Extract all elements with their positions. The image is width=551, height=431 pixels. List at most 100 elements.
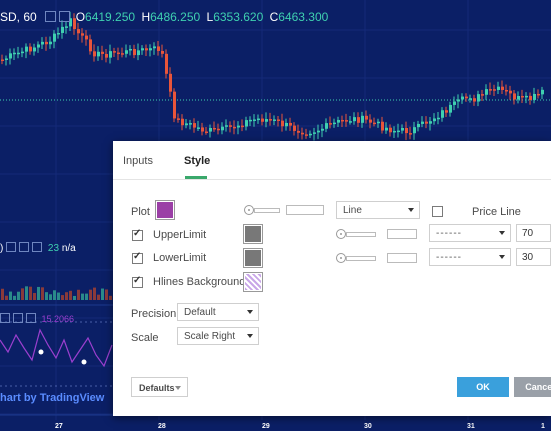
candle-body xyxy=(297,130,300,133)
close-icon[interactable] xyxy=(32,242,43,252)
candle-body xyxy=(65,26,68,28)
candle-body xyxy=(173,91,176,119)
candle-body xyxy=(189,123,192,125)
candle-body xyxy=(449,104,452,113)
low-value: 6353.620 xyxy=(213,10,264,24)
close-key: C xyxy=(269,10,279,24)
candle-body xyxy=(185,123,188,126)
indicator-legend: ) 23 n/a xyxy=(0,242,76,254)
candle-body xyxy=(349,121,352,123)
eye-icon[interactable] xyxy=(0,313,10,323)
candle-body xyxy=(225,125,228,127)
candle-body xyxy=(241,125,244,128)
precision-select[interactable]: Default xyxy=(177,303,259,321)
candle-body xyxy=(481,94,484,96)
candle-body xyxy=(209,127,212,132)
plot-color-swatch[interactable] xyxy=(155,200,175,220)
volume-bar xyxy=(85,293,88,300)
candle-body xyxy=(149,48,152,51)
dialog-tabs: Inputs Style xyxy=(113,141,551,180)
upper-limit-color-swatch[interactable] xyxy=(243,224,263,244)
candle-body xyxy=(157,46,160,51)
volume-bar xyxy=(17,291,20,300)
tab-style[interactable]: Style xyxy=(184,155,210,167)
upper-limit-width-slider[interactable] xyxy=(336,229,417,239)
gear-icon[interactable] xyxy=(19,242,30,252)
candle-body xyxy=(229,125,232,127)
slider-knob[interactable] xyxy=(336,229,346,239)
candle-body xyxy=(409,133,412,135)
candle-body xyxy=(289,122,292,126)
scale-value: Scale Right xyxy=(184,331,236,342)
price-line-label: Price Line xyxy=(472,206,521,218)
hlines-bg-checkbox[interactable] xyxy=(132,275,143,288)
slider-knob[interactable] xyxy=(244,205,254,215)
candle-body xyxy=(49,41,52,45)
price-line-checkbox[interactable] xyxy=(432,206,443,217)
volume-bar xyxy=(101,288,104,300)
candle-body xyxy=(181,118,184,126)
chevron-down-icon xyxy=(247,310,253,314)
x-axis-label: 28 xyxy=(158,423,166,430)
lower-limit-value-input[interactable]: 30 xyxy=(516,248,551,266)
defaults-button[interactable]: Defaults xyxy=(131,377,188,397)
lower-limit-checkbox[interactable] xyxy=(132,251,143,264)
candle-body xyxy=(329,123,332,125)
candle-body xyxy=(293,125,296,131)
hlines-bg-color-swatch[interactable] xyxy=(243,272,263,292)
candle-body xyxy=(389,127,392,133)
precision-value: Default xyxy=(184,307,216,318)
slider-knob[interactable] xyxy=(336,253,346,263)
slider-track xyxy=(346,256,376,261)
candle-body xyxy=(285,122,288,127)
settings-icon[interactable] xyxy=(44,11,56,22)
lower-limit-width-slider[interactable] xyxy=(336,253,417,263)
candle-body xyxy=(333,122,336,125)
upper-limit-label: UpperLimit xyxy=(153,229,207,241)
chevron-down-icon xyxy=(499,231,505,235)
x-axis-label: 27 xyxy=(55,423,63,430)
upper-limit-value-input[interactable]: 70 xyxy=(516,224,551,242)
candle-body xyxy=(249,119,252,122)
tab-inputs[interactable]: Inputs xyxy=(123,155,153,167)
plot-style-select[interactable]: Line xyxy=(336,201,420,219)
ok-button[interactable]: OK xyxy=(457,377,509,397)
volume-bar xyxy=(9,291,12,300)
scale-select[interactable]: Scale Right xyxy=(177,327,259,345)
candle-body xyxy=(353,117,356,122)
candle-body xyxy=(201,127,204,132)
candle-body xyxy=(465,96,468,99)
candle-body xyxy=(429,121,432,124)
gear-icon[interactable] xyxy=(13,313,23,323)
upper-limit-style-select[interactable]: ------ xyxy=(429,224,511,242)
volume-bar xyxy=(89,289,92,300)
candle-body xyxy=(117,52,120,55)
volume-bar xyxy=(37,286,40,300)
candle-body xyxy=(321,128,324,131)
active-tab-indicator xyxy=(185,176,207,179)
candle-body xyxy=(97,51,100,57)
candle-body xyxy=(13,52,16,55)
hide-icon[interactable] xyxy=(58,11,70,22)
candle-body xyxy=(29,46,32,52)
eye-icon[interactable] xyxy=(6,242,17,252)
candle-body xyxy=(477,94,480,102)
scale-label: Scale xyxy=(131,332,159,344)
plot-width-slider[interactable] xyxy=(244,205,324,215)
rsi-legend: 15.2066 xyxy=(0,313,74,324)
high-key: H xyxy=(141,10,151,24)
volume-bar xyxy=(69,290,72,300)
candle-body xyxy=(121,53,124,55)
upper-limit-checkbox[interactable] xyxy=(132,228,143,241)
lower-limit-style-select[interactable]: ------ xyxy=(429,248,511,266)
plot-label: Plot xyxy=(131,206,150,218)
brand-label[interactable]: hart by TradingView xyxy=(0,392,104,404)
close-icon[interactable] xyxy=(26,313,36,323)
candle-body xyxy=(37,44,40,48)
lower-limit-color-swatch[interactable] xyxy=(243,248,263,268)
chevron-down-icon xyxy=(247,334,253,338)
volume-bar xyxy=(21,288,24,300)
cancel-button[interactable]: Cancel xyxy=(514,377,551,397)
candle-body xyxy=(165,53,168,74)
candle-body xyxy=(461,96,464,100)
